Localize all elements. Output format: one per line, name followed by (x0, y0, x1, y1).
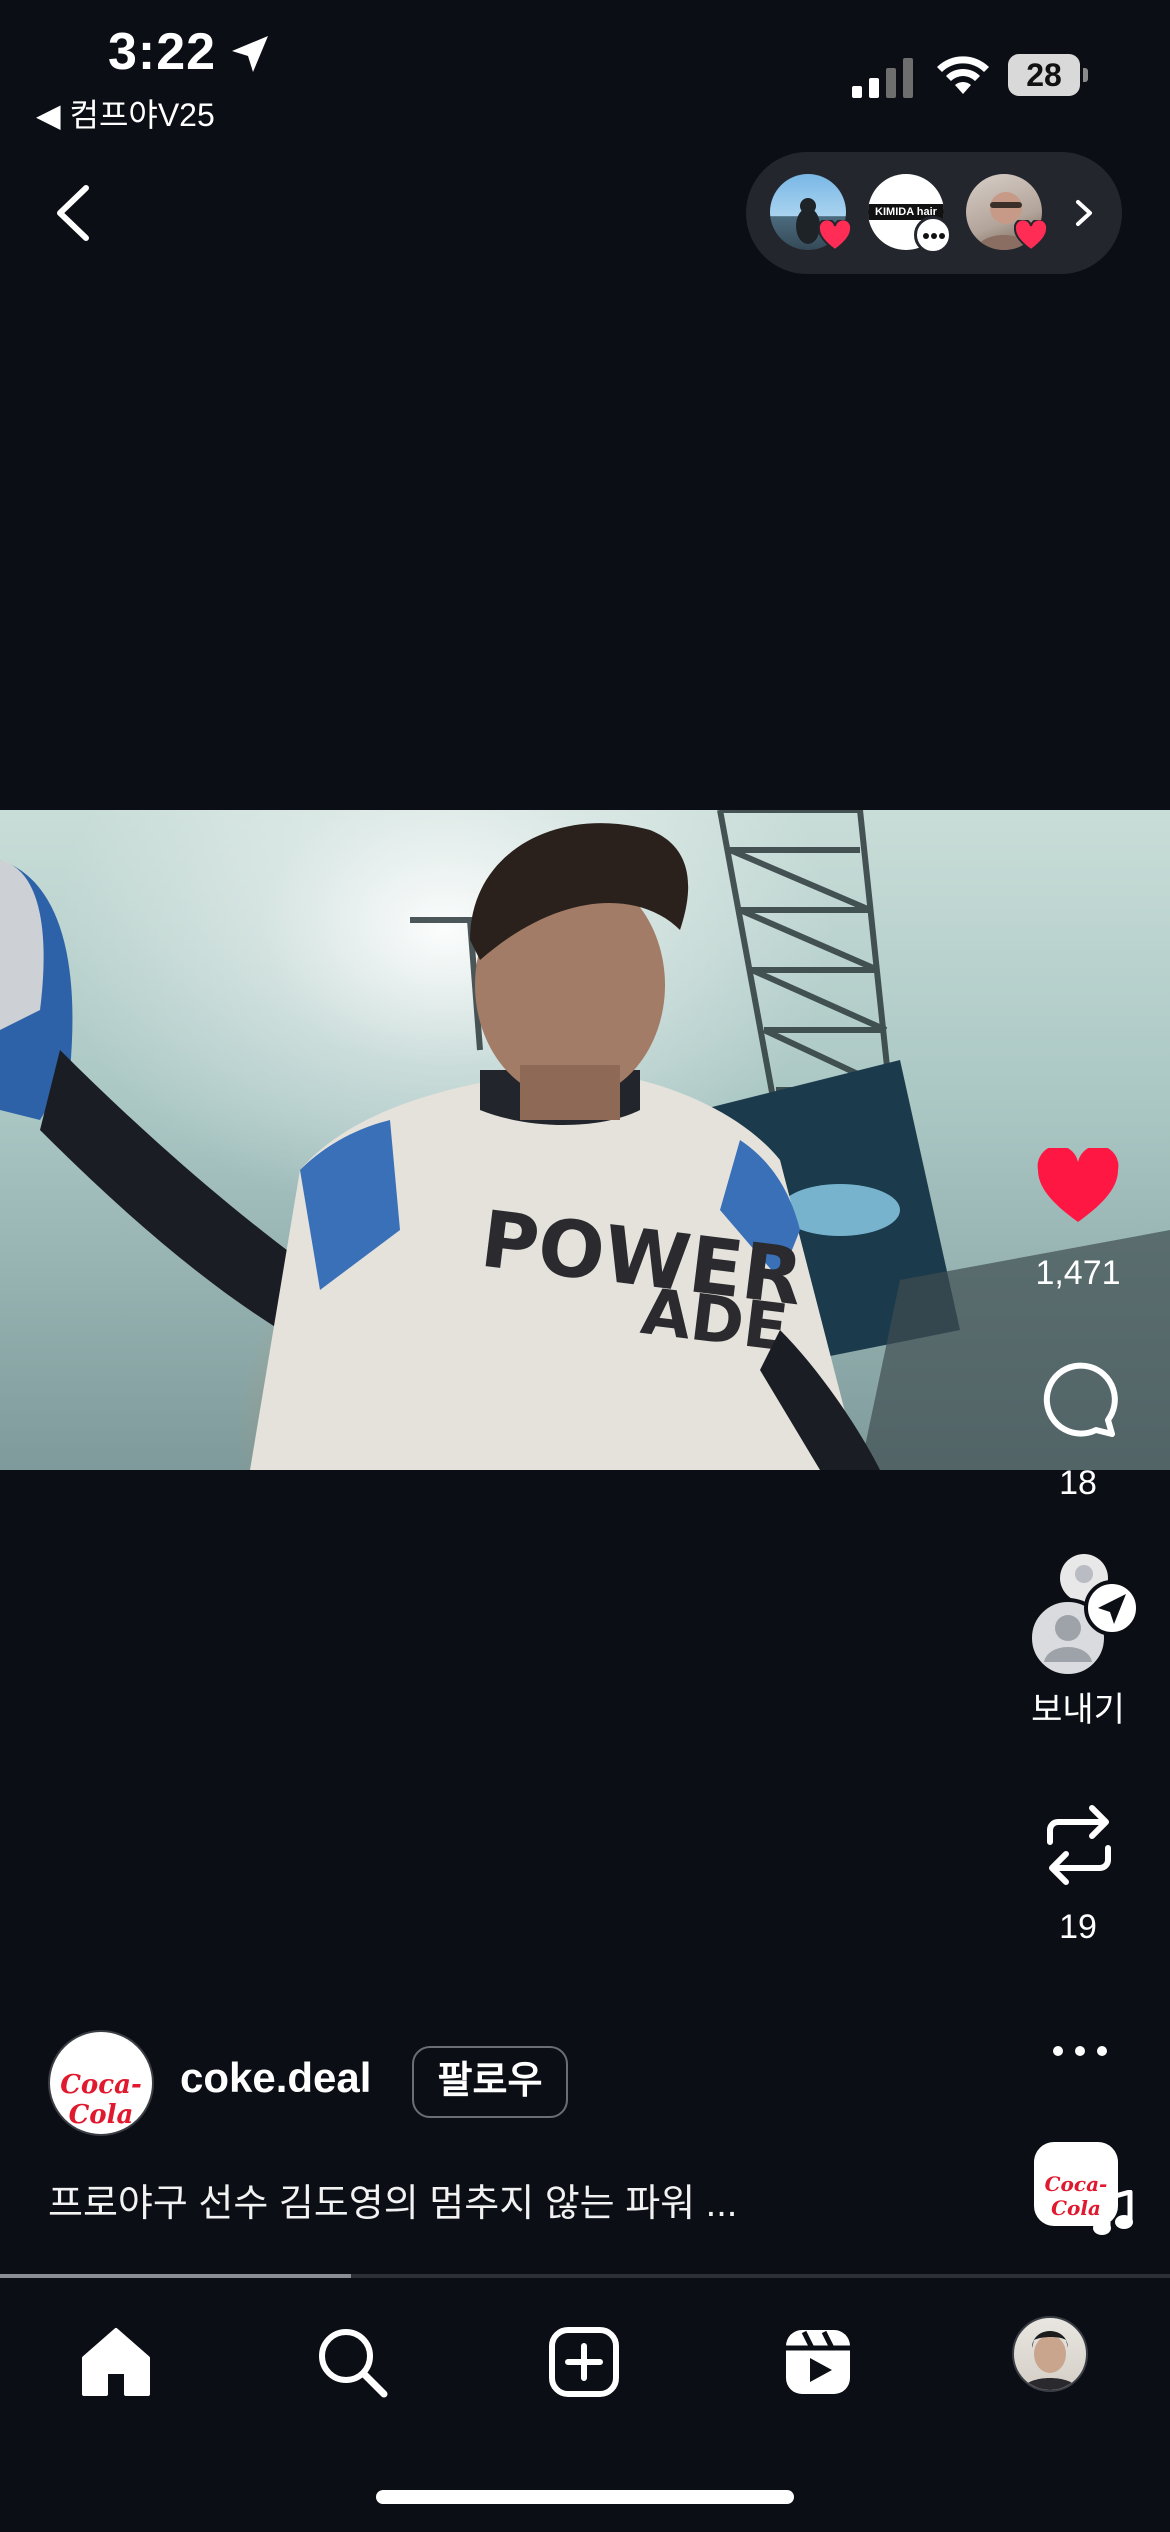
status-time: 3:22 (108, 23, 217, 81)
battery-icon: 28 (1008, 54, 1088, 96)
send-share-icon[interactable] (1028, 1552, 1140, 1678)
search-icon[interactable] (312, 2322, 392, 2402)
follow-button[interactable]: 팔로우 (412, 2046, 568, 2118)
cellular-signal-icon (852, 58, 913, 98)
author-brand-logo: Coca-Cola (60, 2070, 142, 2130)
post-caption[interactable]: 프로야구 선수 김도영의 멈추지 않는 파워 ... (48, 2172, 737, 2227)
comment-dots-icon (914, 216, 952, 254)
comment-count: 18 (1059, 1464, 1097, 1502)
like-heart-icon[interactable] (1036, 1148, 1120, 1224)
heart-badge-icon (818, 220, 852, 252)
video-frame-illustration: POWER ADE (0, 810, 1170, 1470)
battery-level: 28 (1026, 57, 1062, 93)
location-arrow-icon (232, 36, 268, 72)
share-label: 보내기 (1031, 1691, 1125, 1729)
back-chevron-icon[interactable] (48, 182, 100, 244)
home-indicator (376, 2490, 794, 2504)
comment-bubble-icon[interactable] (1040, 1360, 1118, 1438)
back-to-app-link[interactable]: ◀ 컴프야V25 (36, 90, 215, 136)
author-avatar[interactable]: Coca-Cola (48, 2030, 154, 2136)
reels-icon[interactable] (778, 2322, 858, 2402)
video-progress-fill (0, 2274, 351, 2278)
author-username[interactable]: coke.deal (180, 2054, 371, 2102)
create-post-icon[interactable] (544, 2322, 624, 2402)
heart-badge-icon (1014, 220, 1048, 252)
wifi-icon (937, 56, 989, 94)
video-progress-bar[interactable] (0, 2274, 1170, 2278)
like-count: 1,471 (1035, 1254, 1121, 1292)
repost-count: 19 (1059, 1908, 1097, 1946)
stories-tray[interactable]: KIMIDA hair (746, 152, 1122, 274)
profile-avatar-illustration (1022, 2331, 1078, 2390)
chevron-right-icon[interactable] (1072, 196, 1096, 230)
more-options-icon[interactable] (1050, 2036, 1110, 2066)
music-note-icon (1093, 2190, 1133, 2235)
profile-avatar[interactable] (1012, 2316, 1088, 2392)
home-icon[interactable] (76, 2322, 156, 2402)
reel-video[interactable]: POWER ADE (0, 810, 1170, 1470)
repost-icon[interactable] (1042, 1802, 1116, 1888)
